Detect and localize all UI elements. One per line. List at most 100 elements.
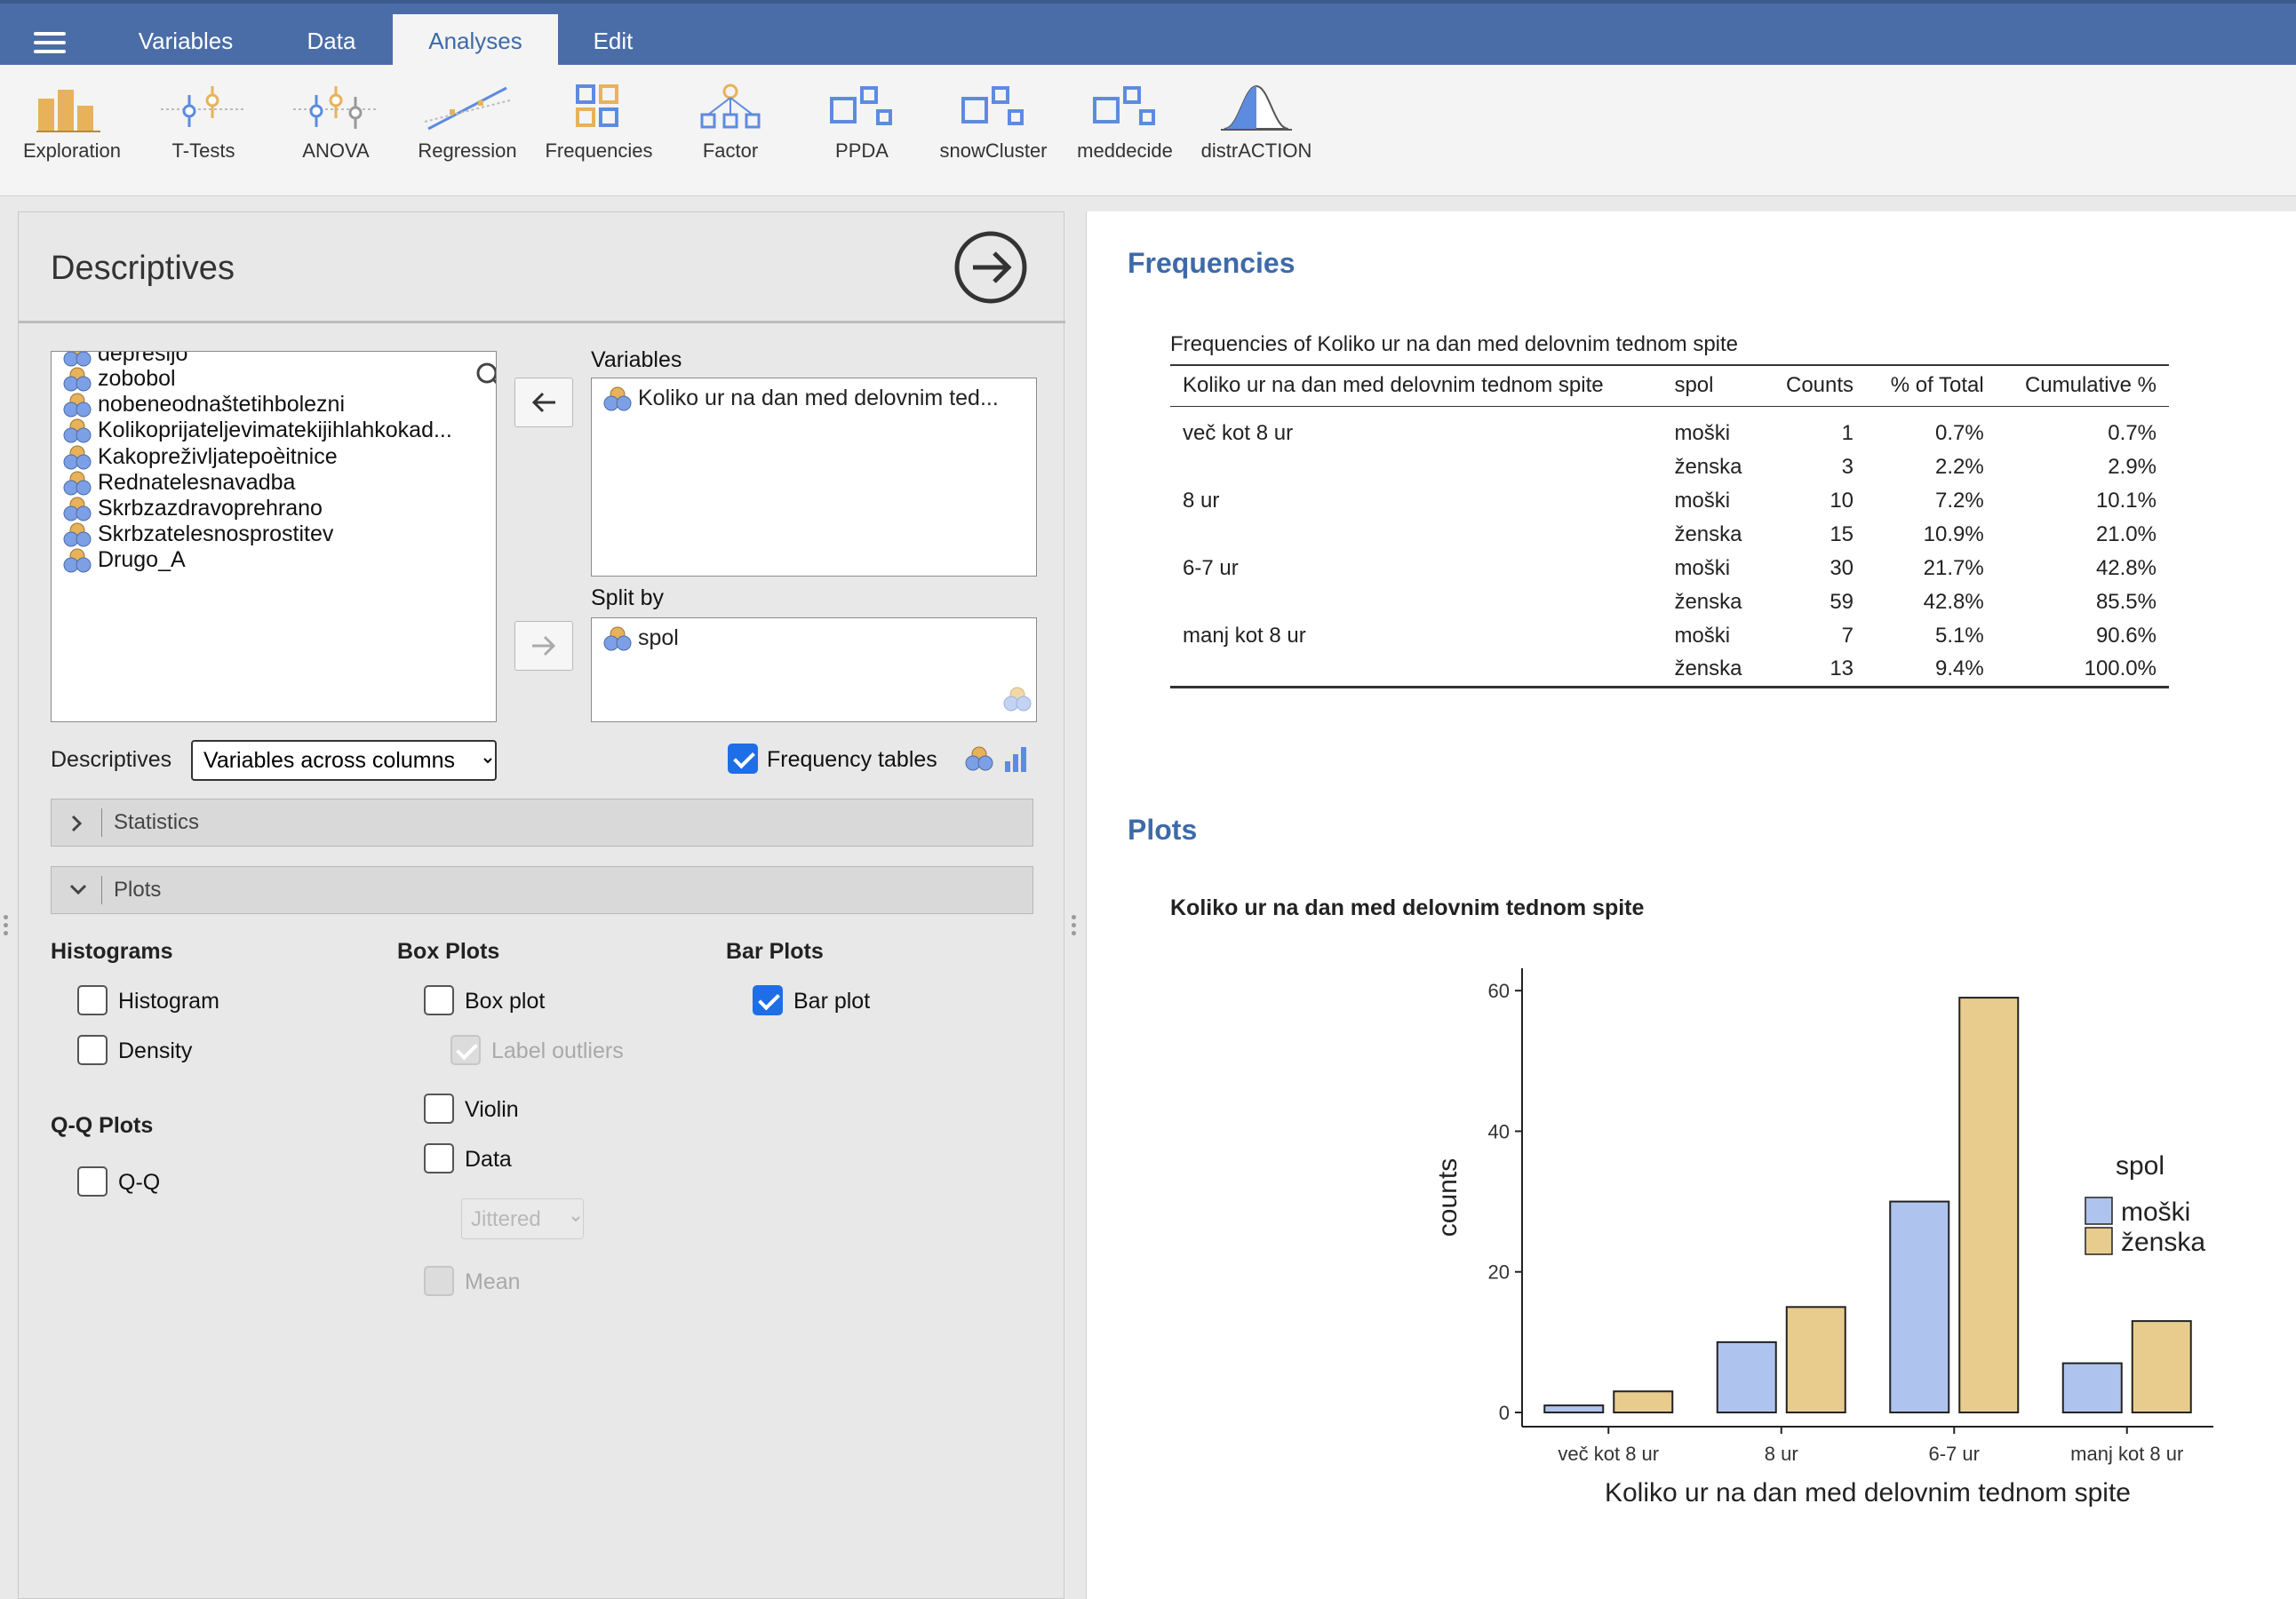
- ribbon-label: PPDA: [835, 139, 889, 162]
- frequencies-table: Koliko ur na dan med delovnim tednom spi…: [1170, 364, 2169, 689]
- box-plots-heading: Box Plots: [397, 939, 500, 964]
- column-header: Cumulative %: [1996, 364, 2169, 407]
- list-item[interactable]: Drugo_A: [62, 542, 186, 577]
- ordinal-variable-icon: [1005, 747, 1026, 772]
- split-by-box[interactable]: spol: [591, 617, 1037, 722]
- section-title: Statistics: [114, 810, 200, 834]
- ribbon-snowcluster[interactable]: snowCluster: [927, 83, 1060, 189]
- table-cell: 8 ur: [1183, 489, 1220, 513]
- table-row: več kot 8 ur moški 1 0.7% 0.7%: [1170, 406, 2169, 450]
- tab-data[interactable]: Data: [258, 14, 405, 68]
- table-cell: 10: [1830, 489, 1854, 513]
- ribbon-frequencies[interactable]: Frequencies: [532, 83, 666, 189]
- data-checkbox[interactable]: [424, 1143, 454, 1173]
- histogram-checkbox[interactable]: [77, 985, 108, 1015]
- ribbon-label: snowCluster: [939, 139, 1048, 162]
- search-icon[interactable]: [474, 361, 497, 391]
- table-cell: ženska: [1674, 590, 1742, 614]
- move-to-variables-button[interactable]: [514, 378, 573, 427]
- data-style-select[interactable]: Jittered: [461, 1198, 584, 1239]
- ribbon-factor[interactable]: Factor: [664, 83, 797, 189]
- ribbon-anova[interactable]: ANOVA: [269, 83, 403, 189]
- section-separator: [101, 808, 102, 837]
- ribbon-meddecide[interactable]: meddecide: [1058, 83, 1192, 189]
- bar-plot-checkbox[interactable]: [753, 985, 783, 1015]
- bar-ženska: [1958, 997, 2020, 1414]
- x-tick-label: več kot 8 ur: [1558, 1443, 1659, 1465]
- tab-analyses[interactable]: Analyses: [393, 14, 558, 68]
- ribbon-label: Factor: [702, 139, 759, 162]
- tab-edit[interactable]: Edit: [558, 14, 668, 68]
- legend-swatch: [2085, 1197, 2113, 1225]
- frequency-tables-checkbox[interactable]: [728, 744, 758, 774]
- list-item[interactable]: spol: [602, 625, 679, 652]
- legend-label: ženska: [2121, 1228, 2205, 1257]
- qq-plots-heading: Q-Q Plots: [51, 1113, 154, 1138]
- qq-label: Q-Q: [118, 1170, 161, 1195]
- label-outliers-checkbox[interactable]: [450, 1035, 481, 1065]
- hamburger-menu-icon[interactable]: [34, 32, 66, 55]
- statistics-section-header[interactable]: Statistics: [51, 799, 1033, 847]
- ribbon-exploration[interactable]: Exploration: [5, 83, 139, 189]
- nominal-variable-icon: [62, 547, 92, 574]
- table-cell: moški: [1674, 556, 1731, 580]
- panel-splitter-handle[interactable]: [1072, 915, 1077, 942]
- table-cell: 0.7%: [1935, 421, 1984, 446]
- ribbon-regression[interactable]: Regression: [401, 83, 534, 189]
- table-row: manj kot 8 ur moški 7 5.1% 90.6%: [1170, 619, 2169, 653]
- module-icon: [961, 86, 1024, 125]
- mean-label: Mean: [465, 1269, 521, 1294]
- distribution-icon: [1221, 84, 1292, 131]
- label-outliers-label: Label outliers: [491, 1038, 624, 1063]
- violin-label: Violin: [465, 1097, 519, 1122]
- table-caption: Frequencies of Koliko ur na dan med delo…: [1170, 332, 1739, 356]
- options-panel: Descriptives depresijo zobobol nobeneodn…: [18, 211, 1065, 1599]
- violin-checkbox[interactable]: [424, 1094, 454, 1124]
- qq-checkbox[interactable]: [77, 1166, 108, 1197]
- move-to-split-by-button[interactable]: [514, 621, 573, 671]
- bar-moški: [1716, 1340, 1777, 1413]
- bar-moški: [1543, 1404, 1605, 1413]
- mean-checkbox[interactable]: [424, 1266, 454, 1296]
- variables-source-list[interactable]: depresijo zobobol nobeneodnaštetihbolezn…: [51, 351, 497, 722]
- bar-chart-icon: [36, 90, 100, 132]
- bar-plot-label: Bar plot: [793, 989, 871, 1014]
- density-checkbox[interactable]: [77, 1035, 108, 1065]
- table-cell: 21.0%: [2095, 522, 2156, 546]
- table-row: ženska 15 10.9% 21.0%: [1170, 518, 2169, 552]
- table-cell: 42.8%: [1923, 590, 1984, 614]
- y-tick-label: 40: [1488, 1120, 1510, 1142]
- table-cell: 10.9%: [1923, 522, 1984, 546]
- descriptives-layout-select[interactable]: Variables across columns: [191, 740, 497, 781]
- legend-label: moški: [2121, 1197, 2190, 1227]
- box-plot-checkbox[interactable]: [424, 985, 454, 1015]
- frequencies-icon: [576, 84, 618, 127]
- table-cell: 9.4%: [1935, 656, 1984, 681]
- table-cell: moški: [1674, 421, 1731, 446]
- list-item[interactable]: Koliko ur na dan med delovnim ted...: [602, 386, 999, 412]
- run-arrow-icon[interactable]: [953, 230, 1028, 305]
- chevron-down-icon: [69, 884, 87, 895]
- top-menu-bar: Variables Data Analyses Edit: [0, 0, 2296, 68]
- table-row: ženska 3 2.2% 2.9%: [1170, 450, 2169, 484]
- table-cell: [1170, 450, 1662, 484]
- tab-variables[interactable]: Variables: [114, 14, 258, 68]
- plots-section-header[interactable]: Plots: [51, 866, 1033, 914]
- bar-ženska: [1613, 1390, 1674, 1413]
- module-icon: [1093, 86, 1155, 125]
- ribbon-ppda[interactable]: PPDA: [795, 83, 929, 189]
- nominal-type-icon: [1003, 687, 1032, 712]
- bar-chart: 0 20 40 60 več kot 8 ur 8 ur 6-7 ur manj kot 8 …: [1433, 968, 2213, 1508]
- ribbon-t-tests[interactable]: T-Tests: [137, 83, 270, 189]
- table-row: ženska 59 42.8% 85.5%: [1170, 585, 2169, 619]
- bar-ženska: [2131, 1320, 2192, 1414]
- table-cell: 0.7%: [2108, 421, 2156, 446]
- table-cell: moški: [1674, 624, 1731, 648]
- nominal-variable-icon: [602, 625, 633, 652]
- plot-title: Koliko ur na dan med delovnim tednom spi…: [1170, 895, 1645, 920]
- variables-target-box[interactable]: Koliko ur na dan med delovnim ted...: [591, 378, 1037, 577]
- ribbon-distraction[interactable]: distrACTION: [1190, 83, 1323, 189]
- left-panel-resize-handle[interactable]: [4, 915, 9, 942]
- chevron-right-icon: [71, 815, 83, 832]
- data-label: Data: [465, 1147, 512, 1172]
